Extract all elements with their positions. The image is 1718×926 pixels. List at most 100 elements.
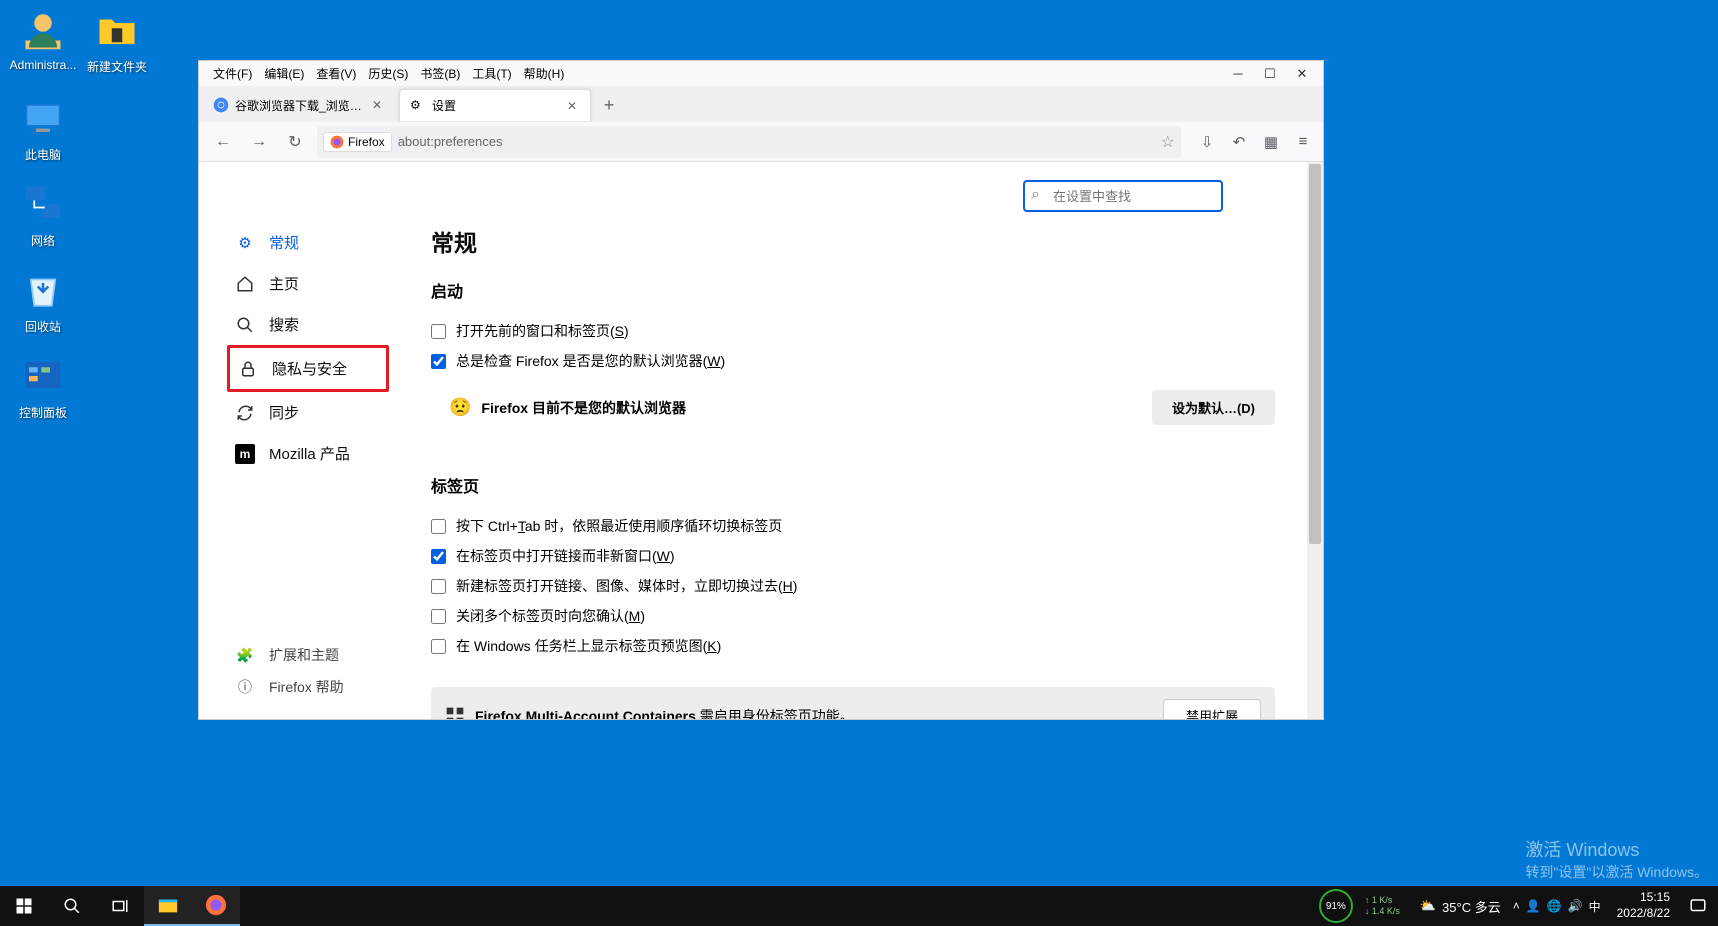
clock[interactable]: 15:15 2022/8/22 — [1609, 890, 1678, 921]
open-tabs-checkbox[interactable] — [431, 549, 446, 564]
tray-network-icon[interactable]: 🌐 — [1547, 899, 1562, 913]
extension-notice: Firefox Multi-Account Containers 需启用身份标签… — [431, 687, 1275, 719]
option-restore-session[interactable]: 打开先前的窗口和标签页(S) — [431, 316, 1275, 346]
option-ctrl-tab[interactable]: 按下 Ctrl+Tab 时，依照最近使用顺序循环切换标签页 — [431, 511, 1275, 541]
sidebar-item-mozilla[interactable]: m Mozilla 产品 — [227, 433, 389, 474]
firefox-window: 文件(F) 编辑(E) 查看(V) 历史(S) 书签(B) 工具(T) 帮助(H… — [198, 60, 1324, 720]
desktop-icon-label: Administra... — [6, 58, 80, 72]
recycle-icon — [19, 266, 67, 314]
restore-checkbox[interactable] — [431, 324, 446, 339]
gear-icon: ⚙ — [410, 98, 426, 114]
tray-people-icon[interactable]: 👤 — [1526, 899, 1541, 913]
desktop-icon-label: 新建文件夹 — [80, 58, 154, 75]
sidebar-item-help[interactable]: ⓘ Firefox 帮助 — [227, 671, 389, 703]
minimize-button[interactable]: ─ — [1231, 66, 1245, 82]
default-browser-row: 😟 Firefox 目前不是您的默认浏览器 设为默认…(D) — [431, 376, 1275, 433]
menu-bookmarks[interactable]: 书签(B) — [414, 63, 466, 84]
tab-settings[interactable]: ⚙ 设置 ✕ — [399, 89, 591, 121]
apps-icon[interactable]: ▦ — [1261, 133, 1281, 151]
option-check-default[interactable]: 总是检查 Firefox 是否是您的默认浏览器(W) — [431, 346, 1275, 376]
weather-widget[interactable]: ⛅ 35°C 多云 — [1408, 897, 1513, 916]
settings-search-input[interactable] — [1023, 180, 1223, 212]
option-taskbar-preview[interactable]: 在 Windows 任务栏上显示标签页预览图(K) — [431, 631, 1275, 661]
close-icon[interactable]: ✕ — [564, 99, 580, 113]
desktop-icon-label: 回收站 — [6, 318, 80, 335]
network-speed[interactable]: ↑ 1 K/s ↓ 1.4 K/s — [1357, 895, 1408, 917]
notifications-button[interactable] — [1678, 886, 1718, 926]
desktop-icon-admin[interactable]: Administra... — [6, 6, 80, 72]
settings-sidebar: ⚙ 常规 主页 搜索 隐私与安全 同步 — [199, 162, 399, 719]
reload-button[interactable]: ↻ — [281, 128, 309, 156]
warn-close-checkbox[interactable] — [431, 609, 446, 624]
menu-edit[interactable]: 编辑(E) — [258, 63, 310, 84]
url-bar[interactable]: Firefox about:preferences ☆ — [317, 126, 1181, 158]
tabbar: 谷歌浏览器下载_浏览器官网入口 ✕ ⚙ 设置 ✕ + — [199, 86, 1323, 122]
desktop-icon-label: 此电脑 — [6, 146, 80, 163]
taskbar-firefox[interactable] — [192, 886, 240, 926]
back-button[interactable]: ← — [209, 128, 237, 156]
disable-extension-button[interactable]: 禁用扩展 — [1163, 699, 1261, 719]
sidebar-item-privacy[interactable]: 隐私与安全 — [227, 345, 389, 392]
sidebar-item-label: 扩展和主题 — [269, 645, 339, 665]
menu-help[interactable]: 帮助(H) — [518, 63, 571, 84]
option-warn-close-multiple[interactable]: 关闭多个标签页时向您确认(M) — [431, 601, 1275, 631]
lock-icon — [238, 359, 258, 379]
menu-tools[interactable]: 工具(T) — [466, 63, 517, 84]
start-button[interactable] — [0, 886, 48, 926]
taskbar-preview-checkbox[interactable] — [431, 639, 446, 654]
default-status-text: Firefox 目前不是您的默认浏览器 — [481, 398, 1142, 418]
close-icon[interactable]: ✕ — [369, 98, 385, 112]
ctrl-tab-checkbox[interactable] — [431, 519, 446, 534]
tab-title: 设置 — [432, 97, 558, 114]
tray-volume-icon[interactable]: 🔊 — [1568, 899, 1583, 913]
sidebar-item-label: Firefox 帮助 — [269, 677, 344, 697]
menu-history[interactable]: 历史(S) — [362, 63, 414, 84]
toolbar: ← → ↻ Firefox about:preferences ☆ ⇩ ↶ ▦ … — [199, 122, 1323, 162]
tray-chevron-icon[interactable]: ˄ — [1513, 899, 1520, 913]
forward-button[interactable]: → — [245, 128, 273, 156]
menu-file[interactable]: 文件(F) — [207, 63, 258, 84]
scrollbar[interactable] — [1307, 162, 1323, 719]
desktop-icon-network[interactable]: 网络 — [6, 180, 80, 249]
check-default-checkbox[interactable] — [431, 354, 446, 369]
sidebar-item-sync[interactable]: 同步 — [227, 392, 389, 433]
taskbar-explorer[interactable] — [144, 886, 192, 926]
tray-ime[interactable]: 中 — [1589, 898, 1601, 915]
hamburger-menu-icon[interactable]: ≡ — [1293, 133, 1313, 151]
desktop-icon-folder[interactable]: 新建文件夹 — [80, 6, 154, 75]
search-button[interactable] — [48, 886, 96, 926]
option-switch-immediately[interactable]: 新建标签页打开链接、图像、媒体时，立即切换过去(H) — [431, 571, 1275, 601]
system-tray: ˄ 👤 🌐 🔊 中 — [1513, 898, 1609, 915]
tab-chrome-download[interactable]: 谷歌浏览器下载_浏览器官网入口 ✕ — [203, 89, 395, 121]
set-default-button[interactable]: 设为默认…(D) — [1152, 390, 1275, 425]
desktop-icon-pc[interactable]: 此电脑 — [6, 94, 80, 163]
battery-indicator[interactable]: 91% — [1319, 889, 1353, 923]
toolbar-right: ⇩ ↶ ▦ ≡ — [1189, 133, 1313, 151]
bookmark-star-icon[interactable]: ☆ — [1161, 132, 1175, 152]
undo-tab-icon[interactable]: ↶ — [1229, 133, 1249, 151]
new-tab-button[interactable]: + — [595, 91, 623, 119]
sidebar-item-label: 主页 — [269, 273, 299, 294]
task-view-button[interactable] — [96, 886, 144, 926]
gear-icon: ⚙ — [235, 233, 255, 253]
sidebar-item-general[interactable]: ⚙ 常规 — [227, 222, 389, 263]
switch-checkbox[interactable] — [431, 579, 446, 594]
sync-icon — [235, 403, 255, 423]
firefox-badge: Firefox — [323, 132, 392, 152]
desktop-icon-control[interactable]: 控制面板 — [6, 352, 80, 421]
settings-content: ⚙ 常规 主页 搜索 隐私与安全 同步 — [199, 162, 1323, 719]
menu-view[interactable]: 查看(V) — [310, 63, 362, 84]
sidebar-item-extensions[interactable]: 🧩 扩展和主题 — [227, 639, 389, 671]
save-pocket-icon[interactable]: ⇩ — [1197, 133, 1217, 151]
desktop-icon-recycle[interactable]: 回收站 — [6, 266, 80, 335]
scrollbar-thumb[interactable] — [1309, 164, 1321, 544]
close-button[interactable]: ✕ — [1295, 66, 1309, 82]
user-icon — [19, 6, 67, 54]
taskbar: 91% ↑ 1 K/s ↓ 1.4 K/s ⛅ 35°C 多云 ˄ 👤 🌐 🔊 … — [0, 886, 1718, 926]
control-panel-icon — [19, 352, 67, 400]
option-open-in-tabs[interactable]: 在标签页中打开链接而非新窗口(W) — [431, 541, 1275, 571]
sidebar-item-search[interactable]: 搜索 — [227, 304, 389, 345]
maximize-button[interactable]: ☐ — [1263, 66, 1277, 82]
sidebar-item-home[interactable]: 主页 — [227, 263, 389, 304]
help-icon: ⓘ — [235, 677, 255, 697]
